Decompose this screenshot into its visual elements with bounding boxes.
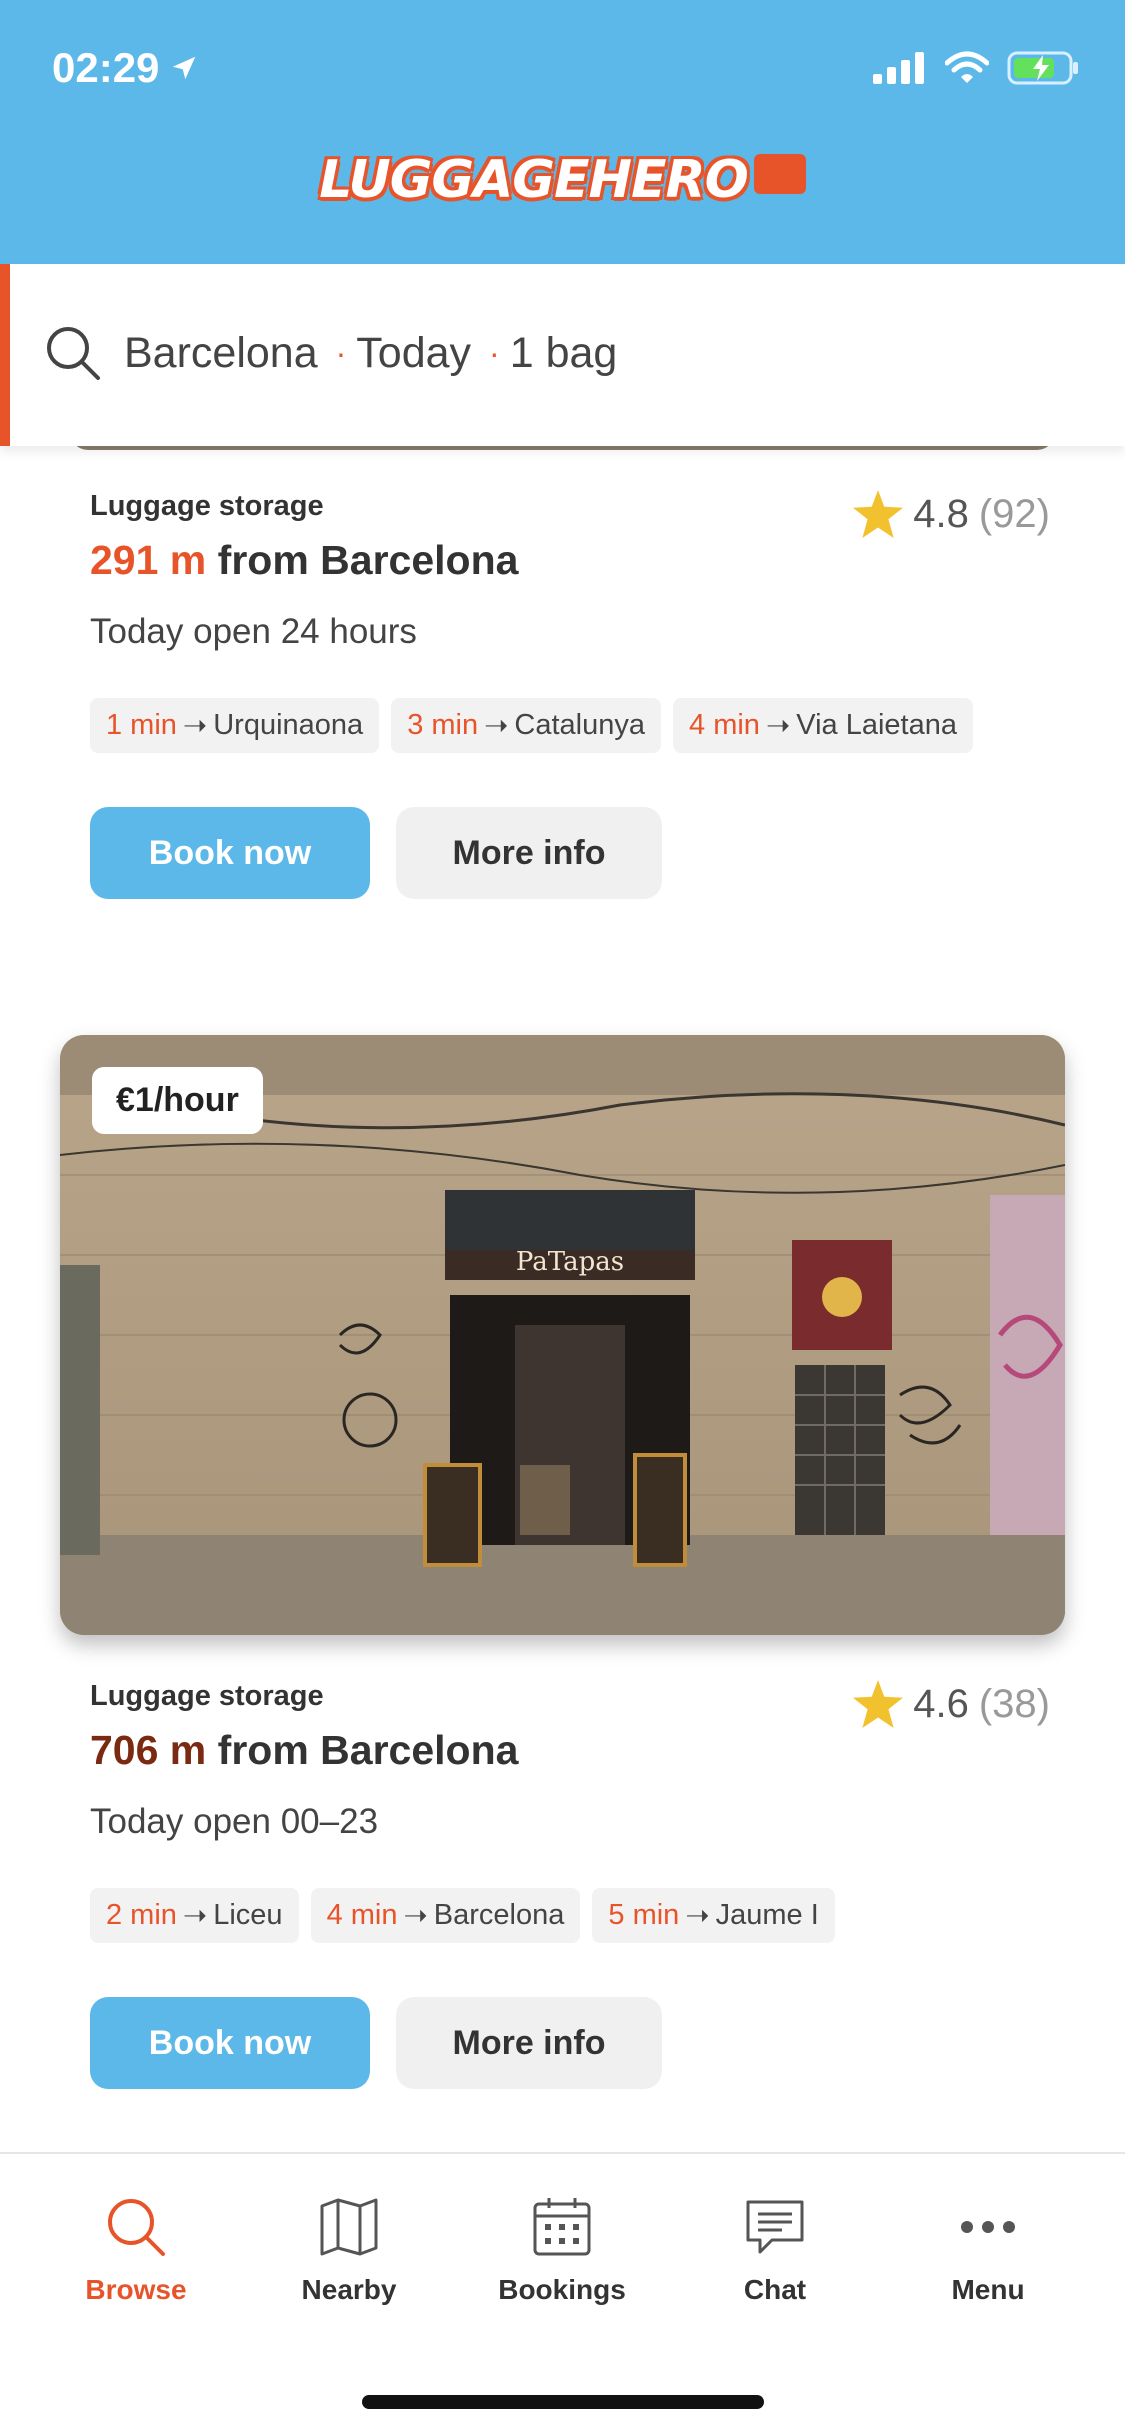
tab-label: Browse xyxy=(85,2274,187,2305)
star-icon xyxy=(853,490,904,538)
more-info-button[interactable]: More info xyxy=(396,807,662,899)
chat-icon xyxy=(746,2200,804,2254)
rating-value: 4.8 xyxy=(913,491,969,536)
search-city: Barcelona xyxy=(124,328,318,377)
calendar-icon xyxy=(533,2198,591,2256)
app-header: 02:29 LUGGAGEHERO xyxy=(0,0,1125,264)
transit-chips: 2 min ➝ Liceu 4 min ➝ Barcelona 5 min ➝ … xyxy=(90,1888,1050,1943)
transit-station: Liceu xyxy=(213,1899,283,1931)
search-bags: 1 bag xyxy=(509,328,618,377)
tab-bookings[interactable]: Bookings xyxy=(462,2194,662,2306)
listing-card[interactable]: Luggage storage 706 m from Barcelona Tod… xyxy=(90,1680,1050,2089)
tab-browse[interactable]: Browse xyxy=(36,2194,236,2306)
transit-time: 5 min xyxy=(608,1899,680,1931)
opening-hours: Today open 24 hours xyxy=(90,612,417,651)
transit-station: Catalunya xyxy=(514,709,646,741)
status-icons xyxy=(873,50,1081,86)
search-icon xyxy=(47,327,100,380)
rating: 4.6 (38) xyxy=(853,1680,1050,1728)
transit-chip: 5 min ➝ Jaume I xyxy=(592,1888,835,1943)
status-time: 02:29 xyxy=(52,44,199,92)
search-bar[interactable]: Barcelona · Today · 1 bag xyxy=(0,264,1125,446)
book-now-button[interactable]: Book now xyxy=(90,807,370,899)
wifi-icon xyxy=(945,51,989,83)
transit-time: 2 min xyxy=(106,1899,177,1931)
transit-station: Barcelona xyxy=(433,1899,565,1931)
tab-nearby[interactable]: Nearby xyxy=(249,2194,449,2306)
star-icon xyxy=(853,1680,904,1728)
listing-card[interactable]: Luggage storage 291 m from Barcelona Tod… xyxy=(90,490,1050,899)
battery-charging-icon xyxy=(1007,51,1078,85)
search-accent-bar xyxy=(0,264,10,446)
transit-chip: 2 min ➝ Liceu xyxy=(90,1888,299,1943)
search-icon xyxy=(108,2199,165,2256)
arrow-right-icon: ➝ xyxy=(685,1900,710,1932)
tab-label: Nearby xyxy=(301,2274,397,2305)
opening-hours: Today open 00–23 xyxy=(90,1802,379,1841)
search-day: Today xyxy=(356,328,472,377)
transit-chip: 3 min ➝ Catalunya xyxy=(391,698,662,753)
location-arrow-icon xyxy=(173,56,196,80)
home-indicator[interactable] xyxy=(362,2395,764,2409)
arrow-right-icon: ➝ xyxy=(484,710,509,742)
map-icon xyxy=(320,2198,378,2256)
search-summary[interactable]: Barcelona · Today · 1 bag xyxy=(44,324,617,382)
transit-station: Jaume I xyxy=(715,1899,819,1931)
tab-chat[interactable]: Chat xyxy=(675,2194,875,2306)
status-time-text: 02:29 xyxy=(52,44,160,91)
separator-dot: · xyxy=(335,334,347,371)
transit-time: 1 min xyxy=(106,709,177,741)
tab-menu[interactable]: Menu xyxy=(888,2194,1088,2306)
arrow-right-icon: ➝ xyxy=(403,1900,428,1932)
listing-actions: Book now More info xyxy=(90,807,1050,899)
signal-icon xyxy=(873,52,924,84)
arrow-right-icon: ➝ xyxy=(182,1900,208,1932)
tab-label: Bookings xyxy=(498,2274,626,2305)
distance-value: 706 m xyxy=(90,1727,207,1773)
distance-value: 291 m xyxy=(90,537,207,583)
transit-station: Urquinaona xyxy=(213,709,364,741)
book-now-button[interactable]: Book now xyxy=(90,1997,370,2089)
tab-label: Menu xyxy=(951,2274,1025,2305)
rating-value: 4.6 xyxy=(913,1681,969,1726)
suitcase-logo-icon xyxy=(753,154,806,194)
transit-time: 4 min xyxy=(326,1899,398,1931)
transit-chip: 4 min ➝ Via Laietana xyxy=(673,698,973,753)
distance-suffix: from Barcelona xyxy=(217,537,519,583)
luggagehero-logo: LUGGAGEHERO xyxy=(0,150,1125,210)
arrow-right-icon: ➝ xyxy=(182,710,208,742)
transit-station: Via Laietana xyxy=(796,709,957,741)
transit-chip: 1 min ➝ Urquinaona xyxy=(90,698,380,753)
transit-time: 4 min xyxy=(689,709,760,741)
price-badge: €1/hour xyxy=(92,1067,263,1134)
tab-label: Chat xyxy=(743,2274,807,2305)
distance-suffix: from Barcelona xyxy=(217,1727,519,1773)
arrow-right-icon: ➝ xyxy=(765,710,791,742)
bottom-tab-bar: Browse Nearby Bookings Chat Menu xyxy=(0,2152,1125,2436)
transit-chips: 1 min ➝ Urquinaona 3 min ➝ Catalunya 4 m… xyxy=(90,698,1050,753)
transit-chip: 4 min ➝ Barcelona xyxy=(310,1888,581,1943)
listing-actions: Book now More info xyxy=(90,1997,1050,2089)
transit-time: 3 min xyxy=(407,709,479,741)
listing-photo[interactable]: PaTapas €1/hour xyxy=(60,1035,1065,1635)
more-info-button[interactable]: More info xyxy=(396,1997,662,2089)
rating: 4.8 (92) xyxy=(853,490,1050,538)
review-count: (92) xyxy=(978,491,1050,536)
logo-text: LUGGAGEHERO xyxy=(319,150,749,210)
listing-distance: 291 m from Barcelona xyxy=(90,537,1050,584)
listing-distance: 706 m from Barcelona xyxy=(90,1727,1050,1774)
separator-dot: · xyxy=(489,334,500,371)
more-icon xyxy=(961,2221,1015,2233)
shop-sign: PaTapas xyxy=(516,1247,624,1277)
review-count: (38) xyxy=(978,1681,1050,1726)
